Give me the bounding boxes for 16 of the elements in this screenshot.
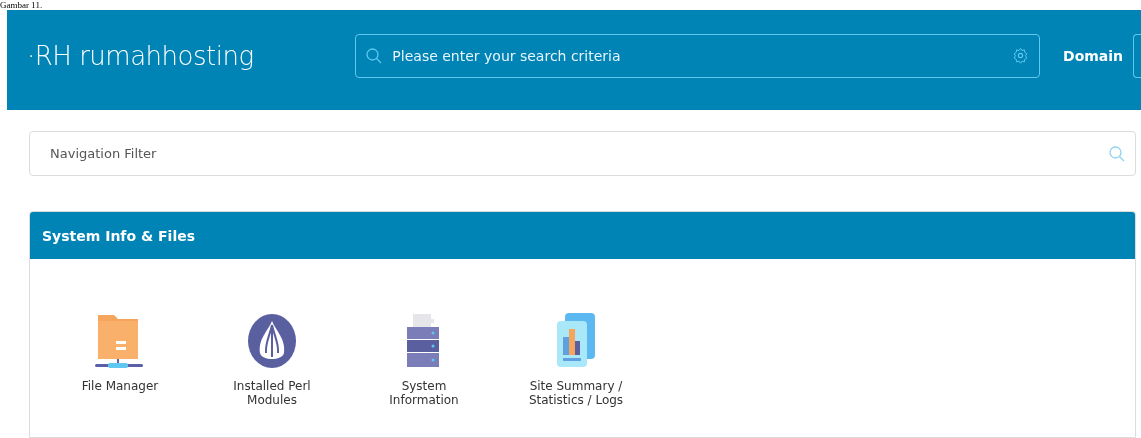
- search-input[interactable]: Please enter your search criteria: [390, 46, 1004, 65]
- tool-link[interactable]: Site Summary / Statistics / Logs: [500, 313, 652, 407]
- navigation-filter-field[interactable]: Navigation Filter: [29, 131, 1136, 176]
- panel-title: System Info & Files: [42, 227, 196, 244]
- settings-icon[interactable]: [1012, 47, 1029, 65]
- search-bar[interactable]: Please enter your search criteria: [355, 33, 1040, 78]
- folder-network-icon: [95, 313, 145, 369]
- onion-icon: [247, 313, 297, 369]
- logo: ·RH rumahhosting: [27, 40, 255, 71]
- tool-link[interactable]: System Information: [348, 313, 500, 407]
- search-icon: [1109, 145, 1125, 162]
- figure-caption: Gambar 11.: [0, 0, 43, 10]
- search-icon: [366, 47, 383, 64]
- domain-link[interactable]: Domain: [1063, 47, 1124, 64]
- tool-link[interactable]: File Manager: [44, 313, 196, 407]
- tool-link[interactable]: Installed Perl Modules: [196, 313, 348, 407]
